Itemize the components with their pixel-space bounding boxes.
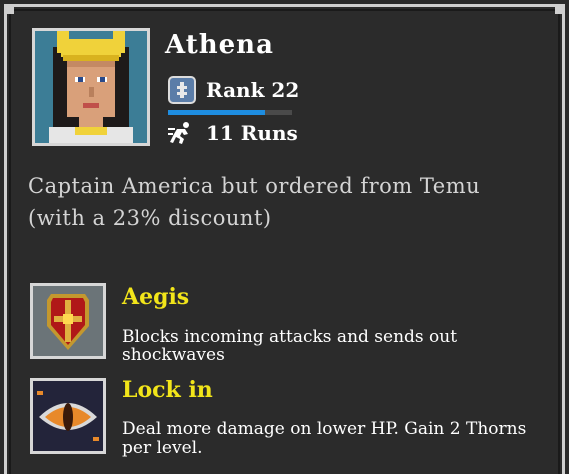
ability-title-lock-in: Lock in [122, 377, 213, 403]
eye-icon[interactable] [30, 378, 106, 454]
character-portrait [32, 28, 150, 146]
rank-progress-bar [168, 110, 292, 115]
rank-row: Rank 22 [168, 76, 299, 104]
character-description: Captain America but ordered from Temu (w… [28, 174, 481, 230]
runs-row: 11 Runs [168, 121, 298, 145]
panel-corner [4, 4, 14, 14]
rank-badge-icon [168, 76, 196, 104]
ability-description-lock-in: Deal more damage on lower HP. Gain 2 Tho… [122, 419, 527, 458]
ability-title-aegis: Aegis [122, 284, 190, 310]
athena-portrait-art [35, 31, 147, 143]
shield-icon[interactable] [30, 283, 106, 359]
runs-label: 11 Runs [206, 121, 298, 145]
character-name: Athena [165, 30, 274, 60]
rank-label: Rank 22 [206, 78, 300, 102]
running-man-icon [168, 122, 189, 144]
panel-corner [555, 4, 565, 14]
ability-description-aegis: Blocks incoming attacks and sends out sh… [122, 327, 458, 365]
rank-progress-fill [168, 110, 265, 115]
